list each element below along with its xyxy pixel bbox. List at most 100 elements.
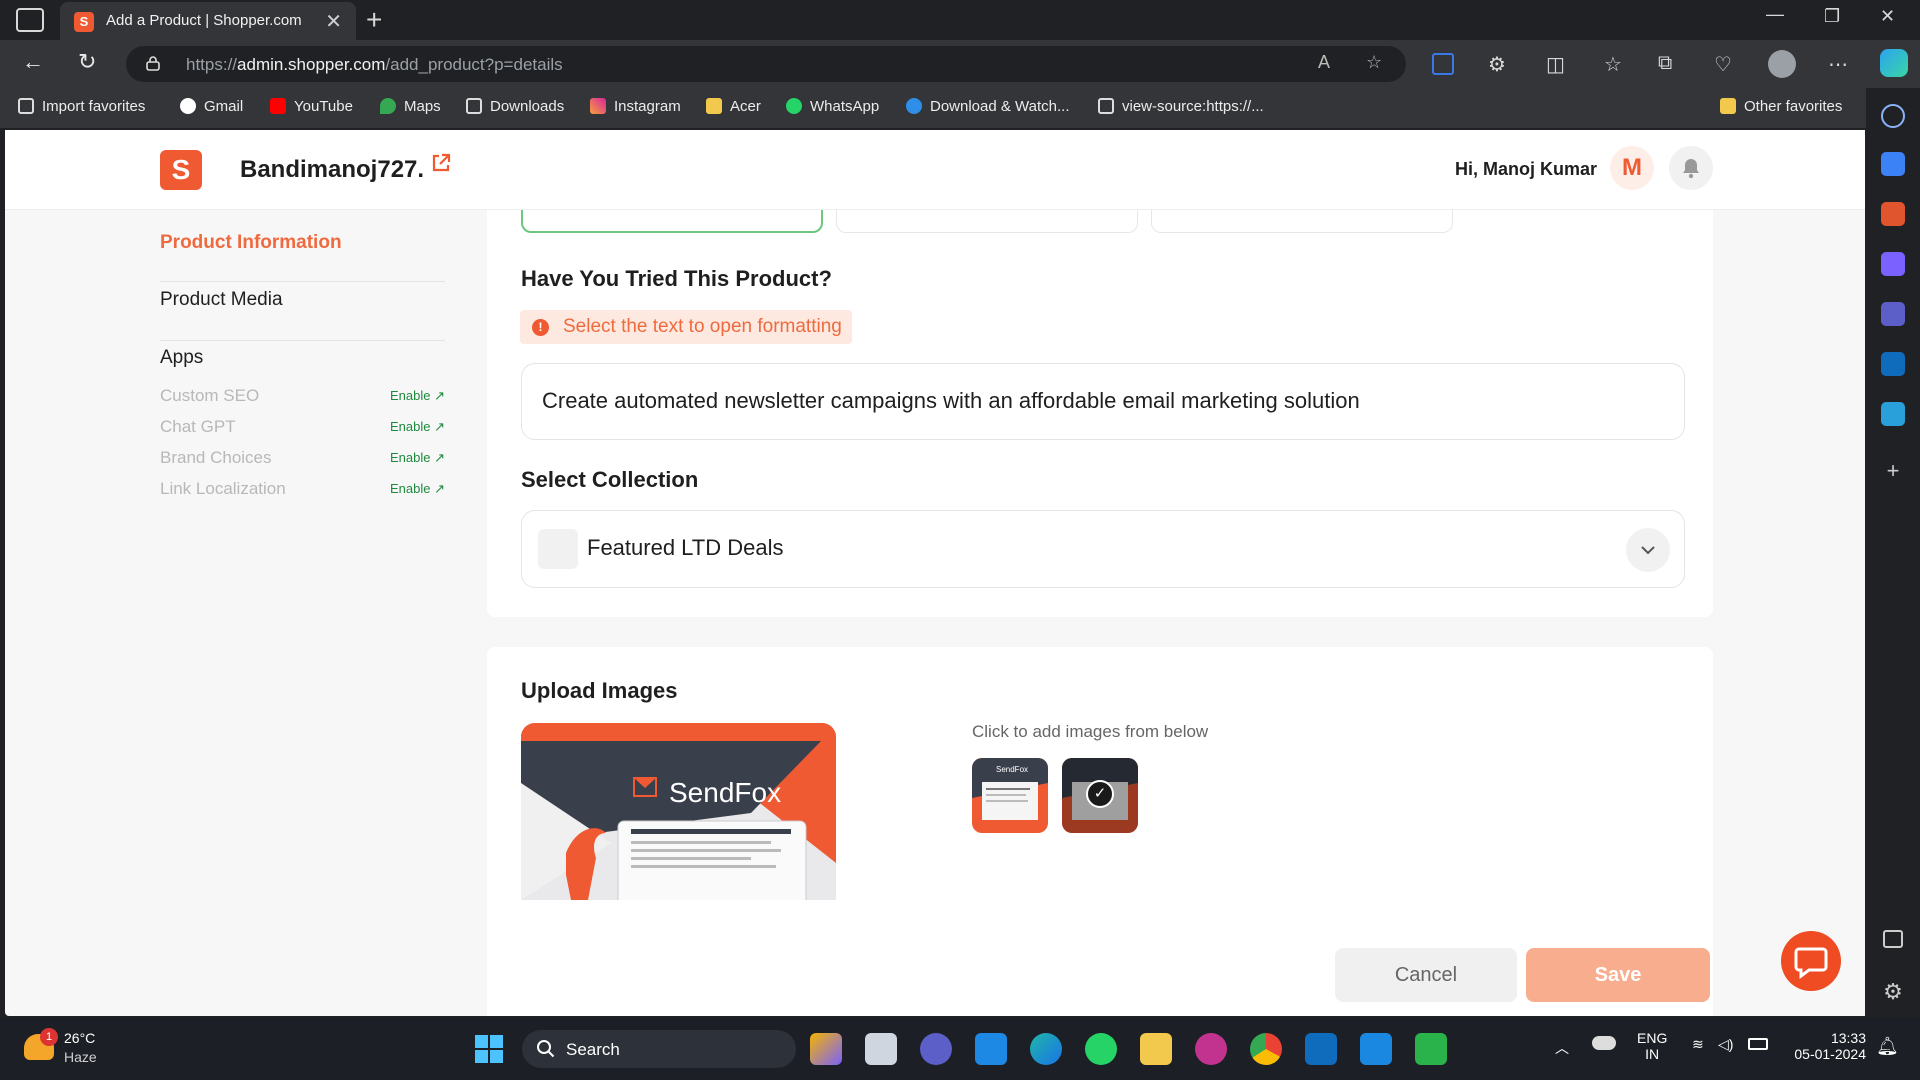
- enable-custom-seo-link[interactable]: Enable ↗: [390, 388, 445, 404]
- store-name: Bandimanoj727.: [240, 156, 425, 183]
- chat-support-button[interactable]: [1781, 931, 1841, 991]
- enable-brand-choices-link[interactable]: Enable ↗: [390, 450, 445, 466]
- refresh-icon[interactable]: ↻: [78, 49, 96, 75]
- bookmark-other-favorites[interactable]: Other favorites: [1720, 98, 1842, 115]
- volume-icon[interactable]: ◁): [1718, 1036, 1733, 1053]
- product-description-editor[interactable]: Create automated newsletter campaigns wi…: [521, 363, 1685, 440]
- alert-icon: !: [532, 319, 549, 336]
- settings-gear-icon[interactable]: ⚙: [1881, 980, 1905, 1004]
- bookmark-instagram[interactable]: Instagram: [590, 98, 681, 115]
- more-menu-icon[interactable]: ⋯: [1828, 52, 1848, 77]
- chrome-icon[interactable]: [1250, 1033, 1282, 1065]
- bookmark-downloads[interactable]: Downloads: [466, 98, 564, 115]
- notifications-bell-icon[interactable]: 🔔︎: [1876, 1036, 1899, 1057]
- apps-heading: Apps: [160, 347, 204, 368]
- search-icon[interactable]: [1881, 104, 1905, 128]
- file-explorer-icon[interactable]: [1140, 1033, 1172, 1065]
- edge-browser-icon[interactable]: [1030, 1033, 1062, 1065]
- windows-start-icon[interactable]: [473, 1033, 505, 1065]
- add-icon[interactable]: +: [1881, 460, 1905, 484]
- profile-icon[interactable]: [1768, 50, 1796, 78]
- battery-icon[interactable]: [1748, 1038, 1768, 1050]
- main-product-image[interactable]: SendFox: [521, 723, 836, 900]
- browser-essentials-icon[interactable]: ♡: [1714, 52, 1732, 77]
- tab-actions-icon[interactable]: [16, 8, 44, 32]
- tools-icon[interactable]: [1881, 202, 1905, 226]
- bookmark-download-watch[interactable]: Download & Watch...: [906, 98, 1070, 115]
- copilot-sidebar-icon[interactable]: [1881, 302, 1905, 326]
- bookmark-maps[interactable]: Maps: [380, 98, 441, 115]
- save-button[interactable]: Save: [1526, 948, 1710, 1002]
- address-bar-row: ← ↻ https://admin.shopper.com/add_produc…: [0, 40, 1920, 88]
- bookmark-import-favorites[interactable]: Import favorites: [18, 98, 145, 115]
- back-icon[interactable]: ←: [22, 49, 44, 75]
- wifi-icon[interactable]: ≋: [1692, 1036, 1704, 1053]
- minimize-icon[interactable]: —: [1766, 4, 1784, 25]
- games-icon[interactable]: [1881, 252, 1905, 276]
- task-view-icon[interactable]: [865, 1033, 897, 1065]
- option-chip[interactable]: [836, 210, 1138, 233]
- nav-divider: [160, 340, 445, 341]
- enable-chat-gpt-link[interactable]: Enable ↗: [390, 419, 445, 435]
- collection-select[interactable]: Featured LTD Deals: [521, 510, 1685, 588]
- collection-thumbnail: [538, 529, 578, 569]
- drop-icon[interactable]: [1881, 402, 1905, 426]
- tab-close-icon[interactable]: ✕: [325, 9, 342, 34]
- clock[interactable]: 13:33 05-01-2024: [1790, 1030, 1866, 1062]
- bookmark-whatsapp[interactable]: WhatsApp: [786, 98, 879, 115]
- weather-condition: Haze: [64, 1049, 97, 1065]
- window-close-icon[interactable]: ✕: [1880, 6, 1895, 27]
- bookmark-youtube[interactable]: YouTube: [270, 98, 353, 115]
- external-link-icon[interactable]: [430, 152, 452, 180]
- sidebar-toggle-icon[interactable]: [1883, 930, 1903, 948]
- ui-extension-icon[interactable]: [1432, 53, 1454, 75]
- nav-product-information[interactable]: Product Information: [160, 232, 342, 254]
- copilot-icon[interactable]: [1880, 49, 1908, 77]
- language-indicator[interactable]: ENG IN: [1637, 1030, 1667, 1062]
- option-chip[interactable]: [1151, 210, 1453, 233]
- wps-icon[interactable]: [1195, 1033, 1227, 1065]
- new-tab-icon[interactable]: +: [366, 4, 382, 36]
- avatar[interactable]: M: [1610, 146, 1654, 190]
- copilot-app-icon[interactable]: [810, 1033, 842, 1065]
- restore-icon[interactable]: ❐: [1824, 6, 1840, 27]
- page-icon: [1098, 98, 1114, 114]
- shopping-tag-icon[interactable]: [1881, 152, 1905, 176]
- bookmark-gmail[interactable]: Gmail: [180, 98, 243, 115]
- collections-icon[interactable]: ⧉: [1658, 52, 1672, 75]
- split-screen-icon[interactable]: ◫: [1546, 52, 1565, 77]
- whatsapp-app-icon[interactable]: [1085, 1033, 1117, 1065]
- read-aloud-icon[interactable]: A: [1318, 52, 1330, 73]
- bookmark-acer[interactable]: Acer: [706, 98, 761, 115]
- favorite-star-icon[interactable]: ☆: [1366, 52, 1382, 73]
- app-name: Brand Choices: [160, 448, 272, 467]
- enable-link-localization-link[interactable]: Enable ↗: [390, 481, 445, 497]
- tab-title: Add a Product | Shopper.com: [106, 12, 302, 29]
- user-greeting: Hi, Manoj Kumar: [1455, 159, 1598, 179]
- lock-icon: [146, 56, 160, 71]
- teams-icon[interactable]: [920, 1033, 952, 1065]
- s-app-icon[interactable]: [1360, 1033, 1392, 1065]
- cancel-button[interactable]: Cancel: [1335, 948, 1517, 1002]
- nav-product-media[interactable]: Product Media: [160, 289, 283, 311]
- image-thumbnail-1[interactable]: SendFox: [972, 758, 1048, 833]
- extensions-icon[interactable]: ⚙: [1488, 52, 1506, 77]
- onedrive-icon[interactable]: [1592, 1036, 1616, 1050]
- outlook-icon[interactable]: [1881, 352, 1905, 376]
- taskbar-search[interactable]: Search: [522, 1030, 796, 1068]
- option-chip-selected[interactable]: [521, 210, 823, 233]
- url-field[interactable]: https://admin.shopper.com/add_product?p=…: [126, 46, 1406, 82]
- outlook-new-icon[interactable]: [1305, 1033, 1337, 1065]
- favorites-icon[interactable]: ☆: [1604, 52, 1622, 77]
- bell-icon: [1683, 159, 1699, 179]
- tray-overflow-icon[interactable]: ︿: [1555, 1038, 1569, 1058]
- image-thumbnail-2-selected[interactable]: ✓: [1062, 758, 1138, 833]
- media-player-icon[interactable]: [1415, 1033, 1447, 1065]
- notification-button[interactable]: [1669, 146, 1713, 190]
- mail-icon[interactable]: [975, 1033, 1007, 1065]
- bookmark-view-source[interactable]: view-source:https://...: [1098, 98, 1264, 115]
- app-row-chat-gpt: Chat GPT Enable ↗: [160, 417, 445, 439]
- shopper-logo[interactable]: S: [160, 150, 202, 190]
- chevron-down-icon[interactable]: [1626, 528, 1670, 572]
- active-tab[interactable]: S Add a Product | Shopper.com ✕: [60, 2, 356, 40]
